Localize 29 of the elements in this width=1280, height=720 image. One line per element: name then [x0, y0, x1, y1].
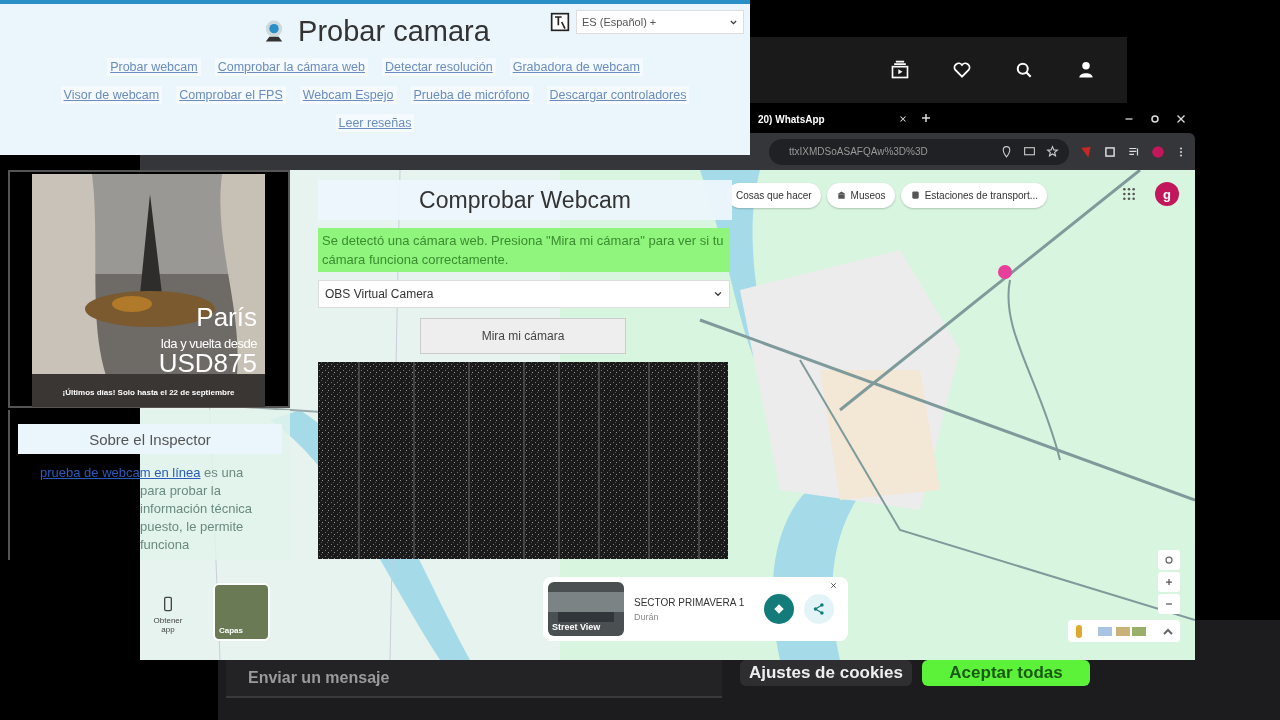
message-field[interactable]: Enviar un mensaje — [226, 660, 722, 698]
translate-icon — [550, 12, 570, 32]
nav-link[interactable]: Grabadora de webcam — [509, 58, 643, 76]
accept-cookies-button[interactable]: Aceptar todas — [922, 660, 1090, 686]
video-library-icon — [890, 60, 910, 80]
browser-tab[interactable]: 20) WhatsApp — [752, 113, 914, 125]
nav-link[interactable]: Comprobar el FPS — [176, 86, 286, 104]
language-select[interactable]: ES (Español) + — [576, 10, 744, 34]
cookie-settings-button[interactable]: Ajustes de cookies — [740, 660, 912, 686]
profile-icon — [1151, 144, 1165, 159]
plus-icon — [920, 112, 932, 124]
address-text: ttxIXMDSoASAFQAw%3D%3D — [789, 146, 928, 157]
search-icon — [1014, 60, 1034, 80]
nav-link[interactable]: Descargar controladores — [546, 86, 690, 104]
user-icon — [1076, 60, 1096, 80]
star-icon — [1046, 145, 1059, 158]
heart-icon — [952, 60, 972, 80]
nav-link[interactable]: Probar webcam — [107, 58, 201, 76]
nav-link[interactable]: Webcam Espejo — [299, 86, 397, 104]
location-pin-icon — [1000, 145, 1013, 158]
nav-link[interactable]: Visor de webcam — [60, 86, 163, 104]
nav-link[interactable]: Prueba de micrófono — [410, 86, 533, 104]
site-title: Probar camara — [298, 14, 490, 48]
close-icon — [898, 114, 908, 124]
close-icon — [1175, 113, 1187, 125]
address-bar[interactable]: ttxIXMDSoASAFQAw%3D%3D — [769, 138, 1069, 165]
nav-link[interactable]: Leer reseñas — [335, 114, 415, 132]
nav-link[interactable]: Comprobar la cámara web — [214, 58, 368, 76]
nav-link[interactable]: Detectar resolución — [382, 58, 496, 76]
